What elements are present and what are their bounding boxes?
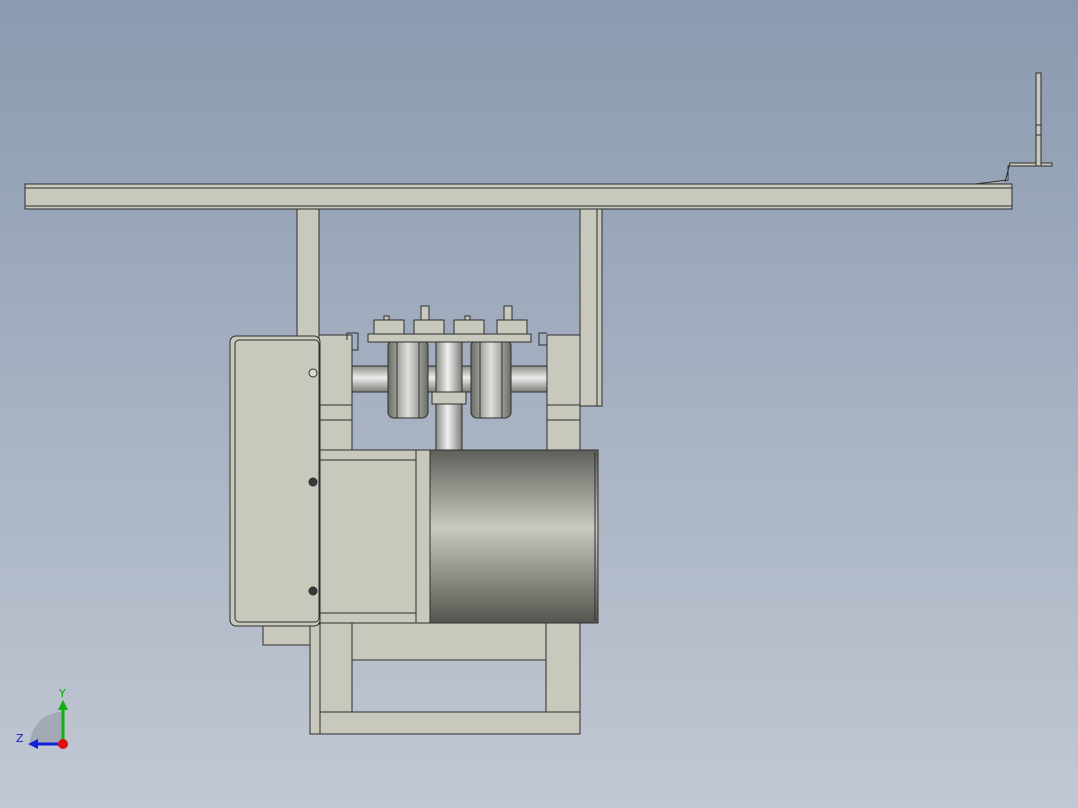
lower-frame: [262, 621, 581, 735]
motor-body: [429, 449, 599, 624]
hanger-post-left: [296, 208, 320, 340]
vertical-drive-shaft: [431, 339, 467, 451]
clamp-plate: [367, 305, 532, 343]
control-box: [229, 335, 321, 627]
axis-triad: Y Z: [16, 687, 68, 749]
triad-arc: [30, 712, 62, 744]
z-axis-label: Z: [16, 732, 24, 745]
hanger-post-right: [579, 208, 603, 407]
wheel-left: [387, 339, 429, 419]
top-rail: [24, 72, 1053, 210]
motor-gearbox: [319, 449, 431, 624]
y-axis-label: Y: [58, 687, 66, 700]
wheel-right: [470, 339, 512, 419]
cad-viewport[interactable]: Y Z: [0, 0, 1078, 808]
assembly-drawing[interactable]: [0, 0, 1078, 808]
y-axis-arrowhead: [58, 700, 68, 710]
x-axis-dot: [58, 739, 68, 749]
